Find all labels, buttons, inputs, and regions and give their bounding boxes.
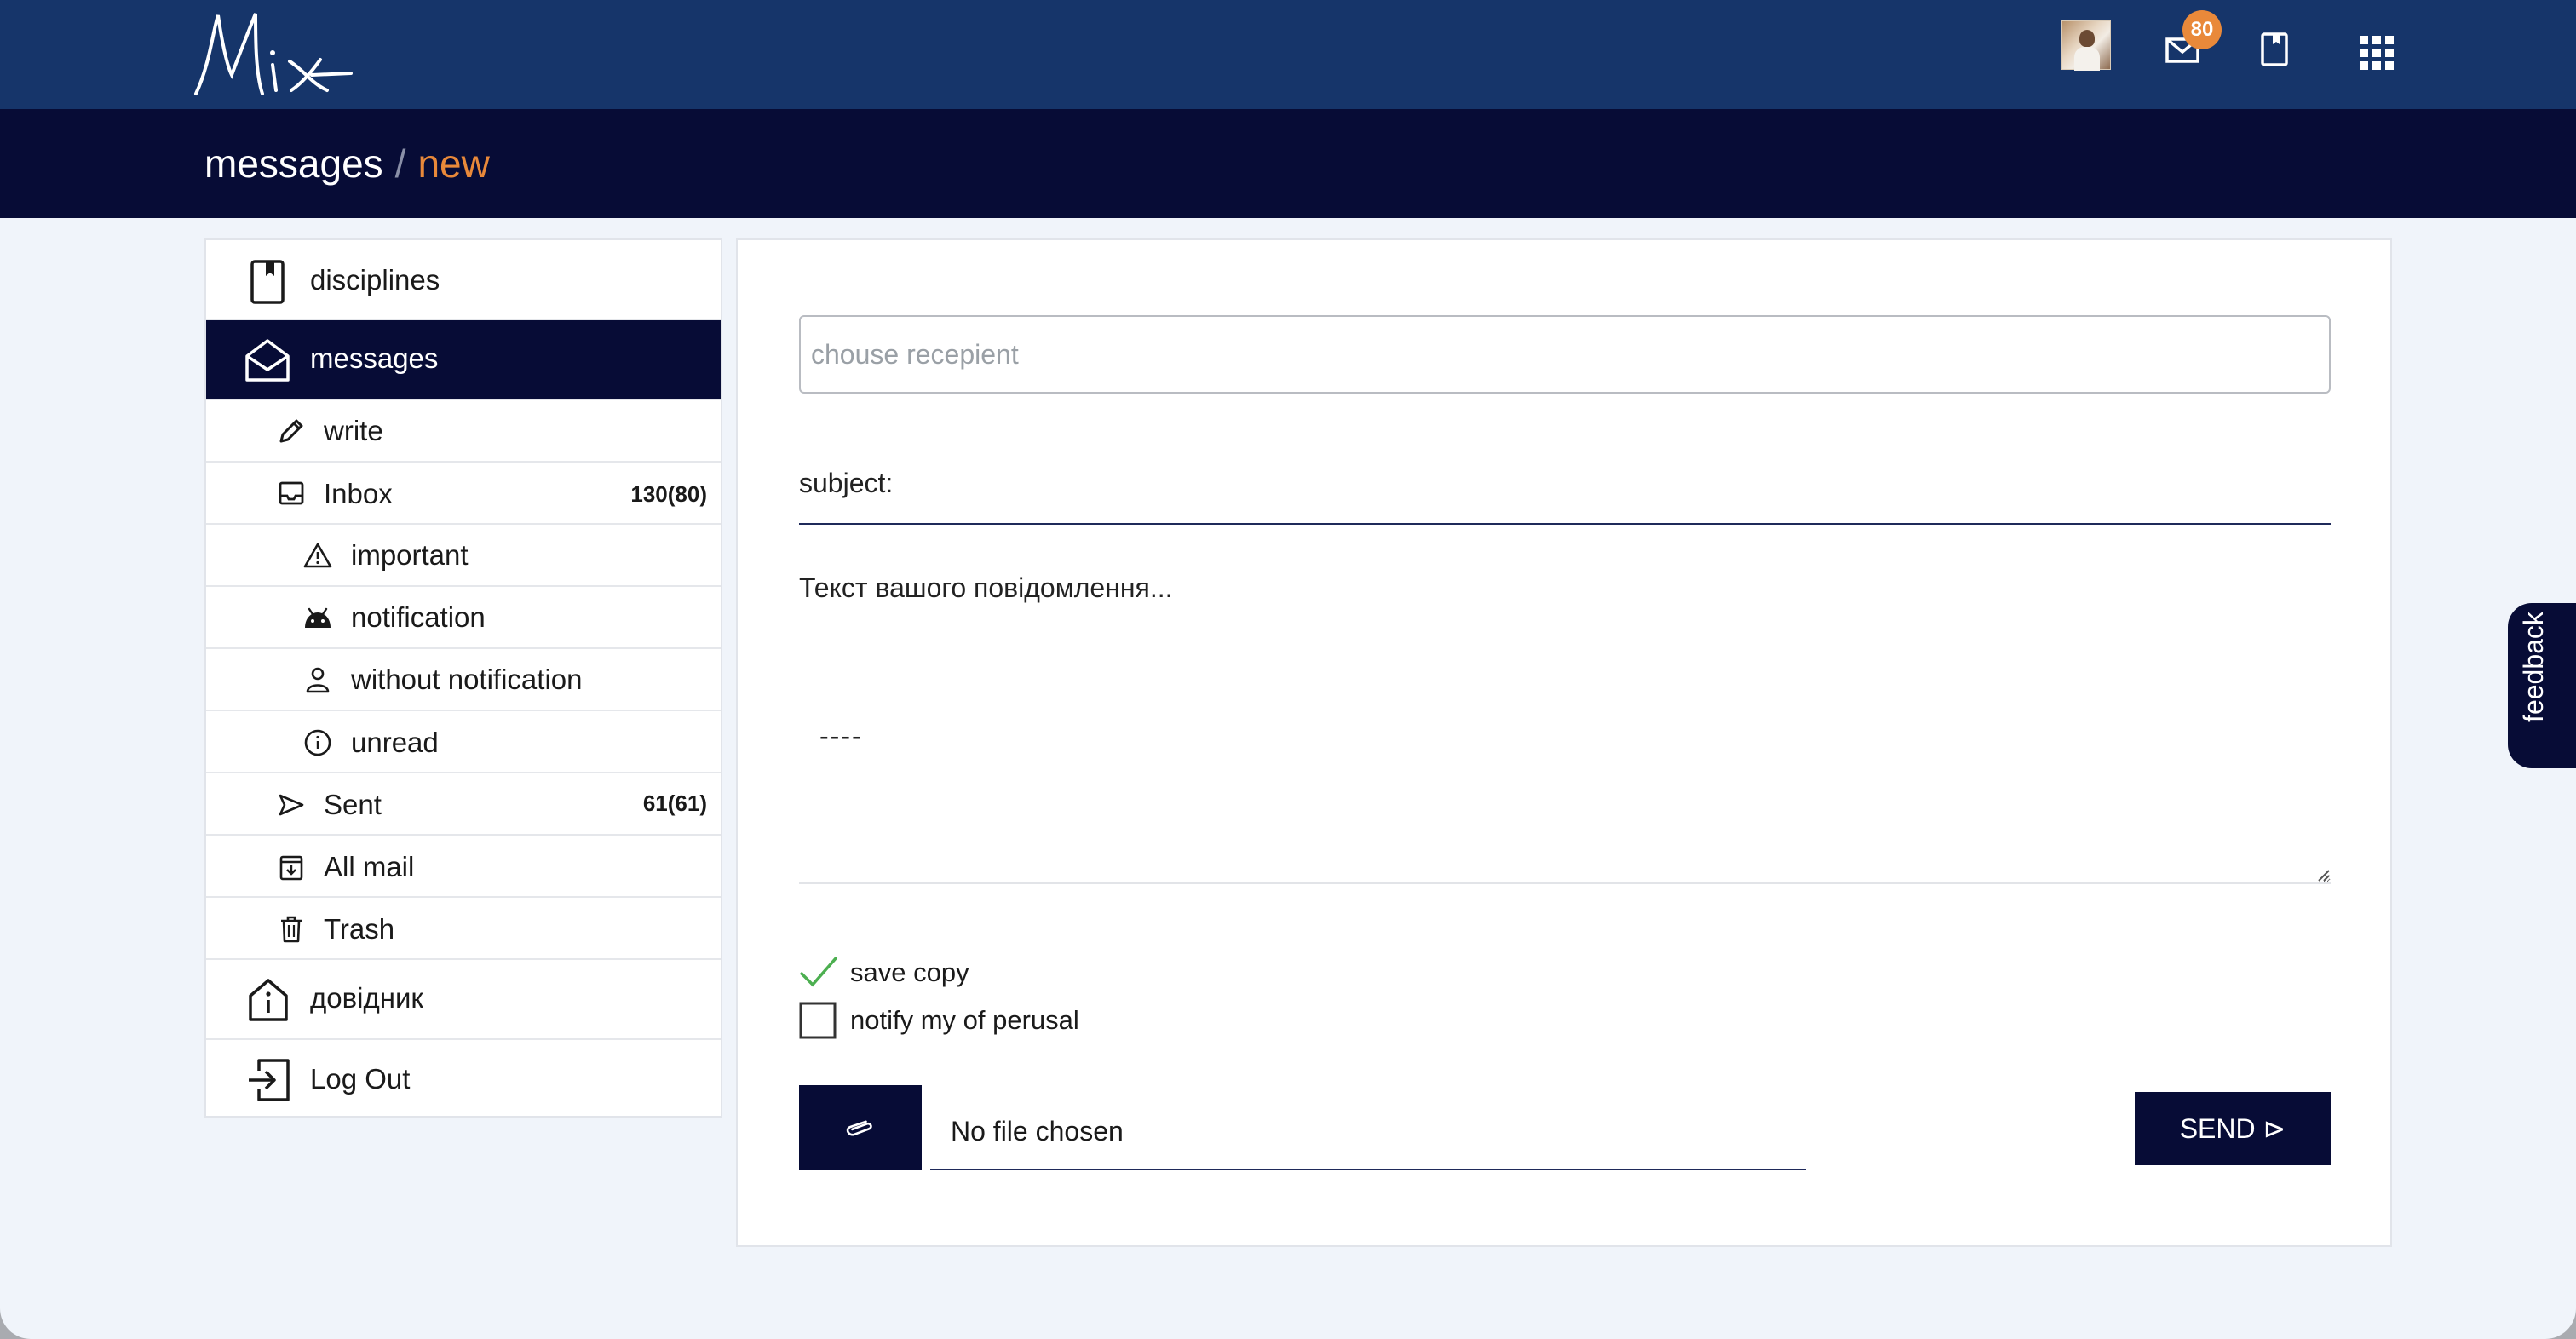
sidebar-item-write[interactable]: write [206, 400, 721, 463]
breadcrumb: messages / new [204, 140, 490, 187]
paperclip-icon [846, 1120, 872, 1135]
attach-file-button[interactable] [799, 1085, 922, 1170]
warning-triangle-icon [303, 543, 332, 568]
subject-input[interactable] [799, 443, 2331, 525]
pencil-icon [279, 419, 303, 443]
sidebar: disciplines messages write Inbox 130(80) [204, 238, 722, 1118]
send-arrow-icon [279, 794, 304, 816]
sidebar-item-label: messages [310, 342, 439, 374]
sent-count: 61(61) [642, 790, 707, 816]
top-navbar: 80 [0, 0, 2576, 109]
breadcrumb-section[interactable]: messages [204, 141, 383, 186]
logout-icon [249, 1059, 290, 1101]
sidebar-item-trash[interactable]: Trash [206, 898, 721, 960]
book-icon[interactable] [2256, 31, 2293, 68]
sidebar-item-label: Inbox [324, 478, 393, 509]
user-avatar[interactable] [2061, 20, 2111, 71]
book-icon [250, 260, 285, 304]
trash-icon [281, 916, 302, 943]
feedback-tab[interactable]: feedback [2508, 603, 2576, 768]
info-circle-icon [304, 729, 331, 756]
notify-perusal-label: notify my of perusal [850, 1005, 1079, 1035]
sidebar-item-label: notification [351, 601, 486, 633]
sidebar-item-label: Log Out [310, 1063, 411, 1095]
checkmark-icon [799, 956, 837, 987]
sidebar-item-label: without notification [351, 664, 583, 695]
compose-card: ---- save copy notify my of perusal No f… [736, 238, 2392, 1247]
sidebar-item-inbox[interactable]: Inbox 130(80) [206, 463, 721, 525]
avatar-body [2074, 47, 2100, 71]
sidebar-item-sent[interactable]: Sent 61(61) [206, 773, 721, 836]
inbox-count: 130(80) [630, 481, 707, 507]
breadcrumb-separator: / [394, 141, 406, 186]
sidebar-item-label: Trash [324, 913, 395, 945]
feedback-label: feedback [2518, 612, 2549, 722]
sidebar-item-label: Sent [324, 789, 382, 820]
mix-logo[interactable] [184, 5, 354, 104]
send-button[interactable]: SEND ⊳ [2135, 1092, 2331, 1165]
breadcrumb-current: new [417, 141, 490, 186]
archive-icon [279, 855, 303, 881]
sidebar-item-logout[interactable]: Log Out [206, 1040, 721, 1120]
sidebar-item-disciplines[interactable]: disciplines [206, 240, 721, 320]
signature-text: ---- [819, 721, 863, 751]
save-copy-checkbox[interactable]: save copy [799, 952, 1225, 993]
save-copy-label: save copy [850, 957, 969, 987]
sidebar-item-notification[interactable]: notification [206, 587, 721, 649]
android-icon [305, 607, 331, 628]
sidebar-item-without-notification[interactable]: without notification [206, 649, 721, 711]
recipient-input[interactable] [799, 315, 2331, 394]
sidebar-item-label: All mail [324, 851, 415, 882]
apps-grid-icon[interactable] [2358, 34, 2395, 72]
sidebar-item-unread[interactable]: unread [206, 711, 721, 773]
inbox-icon [279, 481, 304, 505]
browser-window: 80 messages / new disciplines messages w… [0, 0, 2576, 1339]
sidebar-item-important[interactable]: important [206, 525, 721, 587]
person-icon [306, 667, 330, 693]
notify-perusal-checkbox[interactable]: notify my of perusal [799, 1000, 1395, 1041]
file-status-field[interactable]: No file chosen [930, 1101, 1806, 1170]
sidebar-item-label: important [351, 539, 469, 571]
breadcrumb-bar: messages / new [0, 109, 2576, 218]
sidebar-item-all-mail[interactable]: All mail [206, 836, 721, 898]
envelope-open-icon [245, 339, 290, 382]
sidebar-item-help[interactable]: довідник [206, 960, 721, 1040]
sidebar-item-label: write [324, 415, 383, 446]
sidebar-item-label: disciplines [310, 264, 440, 296]
sidebar-item-label: довідник [310, 982, 423, 1014]
checkbox-empty-icon [799, 1002, 837, 1039]
resize-grip-icon[interactable] [2315, 867, 2331, 882]
mail-count-badge: 80 [2182, 10, 2222, 49]
sidebar-item-label: unread [351, 727, 439, 758]
info-house-icon [249, 979, 288, 1021]
message-textarea[interactable] [799, 572, 2331, 884]
avatar-face [2079, 30, 2095, 47]
sidebar-item-messages[interactable]: messages [206, 320, 721, 400]
